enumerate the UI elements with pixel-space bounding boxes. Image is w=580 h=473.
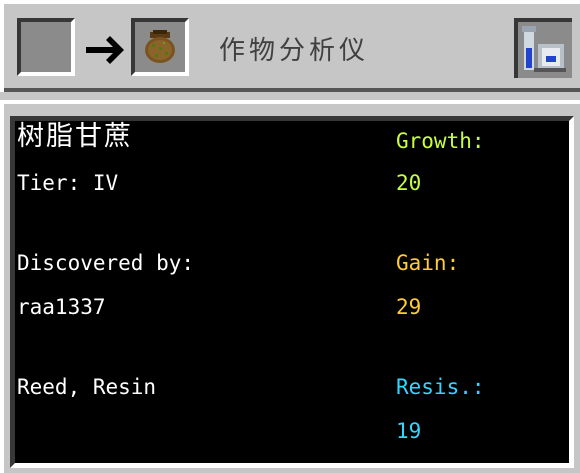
crop-attributes: Reed, Resin	[17, 375, 157, 399]
discovered-label: Discovered by:	[17, 251, 195, 275]
window-title: 作物分析仪	[218, 36, 369, 66]
seed-bag-icon	[145, 30, 175, 63]
growth-label: Growth:	[396, 129, 485, 153]
gain-label: Gain:	[396, 251, 460, 275]
crop-tier: Tier: IV	[17, 171, 119, 195]
resis-label: Resis.:	[396, 375, 485, 399]
crop-analyzer-icon[interactable]	[514, 18, 572, 78]
arrow-right-icon	[86, 36, 124, 64]
input-slot[interactable]	[17, 18, 75, 76]
gain-value: 29	[396, 295, 422, 319]
crop-readout-panel: 树脂甘蔗 Tier: IV Discovered by: raa1337 Ree…	[10, 116, 574, 468]
resis-value: 19	[396, 419, 422, 443]
header-panel: 作物分析仪	[0, 0, 580, 92]
crop-name: 树脂甘蔗	[17, 121, 133, 152]
growth-value: 20	[396, 171, 422, 195]
output-slot[interactable]	[131, 18, 189, 76]
discovered-by-value: raa1337	[17, 295, 106, 319]
